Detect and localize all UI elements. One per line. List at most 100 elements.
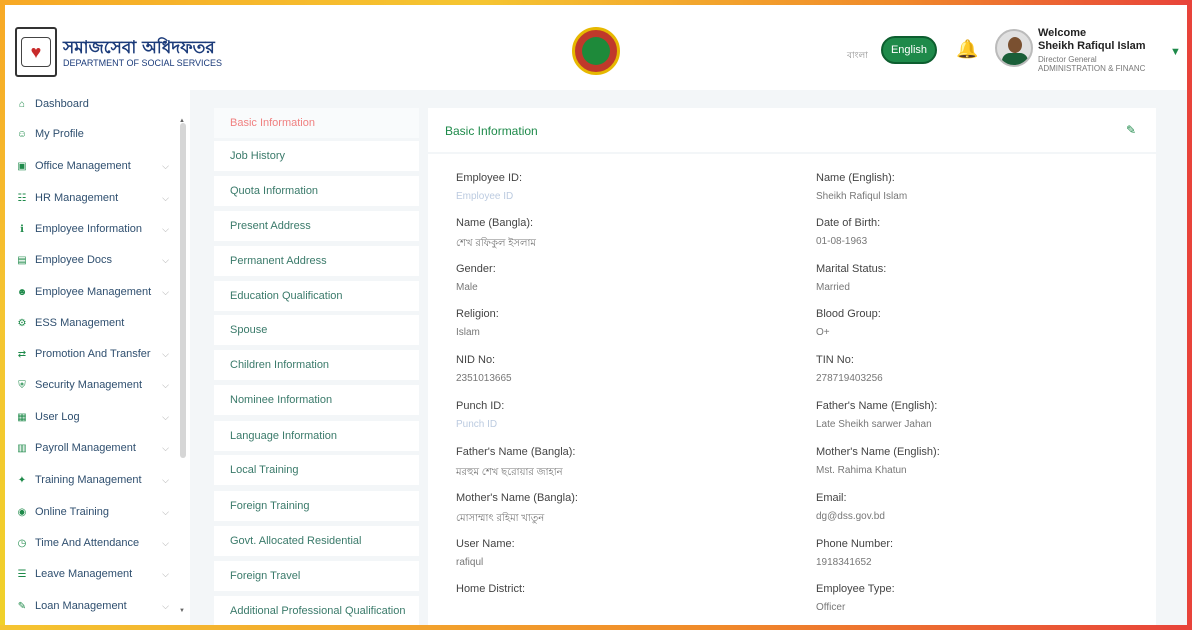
sidebar-item-employee-management[interactable]: ☻ Employee Management ⌵: [15, 280, 177, 304]
tab-job-history[interactable]: Job History: [214, 141, 419, 173]
tab-education-qualification[interactable]: Education Qualification: [214, 281, 419, 313]
field-home-district: Home District:: [456, 583, 776, 614]
sidebar-scrollbar[interactable]: [180, 123, 186, 458]
sidebar-item-payroll-management[interactable]: ▥ Payroll Management ⌵: [15, 436, 177, 460]
sidebar: ▲ ▼ ⌂ Dashboard ☺ My Profile ▣ Office Managem…: [5, 90, 190, 625]
sidebar-item-hr-management[interactable]: ☷ HR Management ⌵: [15, 186, 177, 210]
language-bangla-option[interactable]: বাংলা: [847, 48, 868, 63]
tab-nominee-information[interactable]: Nominee Information: [214, 385, 419, 417]
chevron-down-icon: ⌵: [162, 192, 169, 203]
leave-icon: ☰: [17, 568, 27, 580]
brand-title-english: DEPARTMENT OF SOCIAL SERVICES: [63, 58, 223, 68]
tab-foreign-training[interactable]: Foreign Training: [214, 491, 419, 523]
divider: [428, 152, 1156, 154]
sidebar-item-employee-docs[interactable]: ▤ Employee Docs ⌵: [15, 248, 177, 272]
dss-logo[interactable]: ♥: [15, 27, 57, 77]
tab-children-information[interactable]: Children Information: [214, 350, 419, 382]
tab-basic-information[interactable]: Basic Information: [214, 108, 419, 140]
training-icon: ✦: [17, 474, 27, 486]
chevron-down-icon: ⌵: [162, 474, 169, 485]
clock-icon: ◷: [17, 537, 27, 549]
language-english-button[interactable]: English: [881, 36, 937, 64]
sidebar-item-training-management[interactable]: ✦ Training Management ⌵: [15, 468, 177, 492]
sidebar-item-office-management[interactable]: ▣ Office Management ⌵: [15, 154, 177, 178]
tab-local-training[interactable]: Local Training: [214, 455, 419, 487]
sidebar-item-leave-management[interactable]: ☰ Leave Management ⌵: [15, 562, 177, 586]
sidebar-item-label: User Log: [35, 411, 80, 423]
user-role: Director General: [1038, 55, 1097, 64]
basic-information-card: Basic Information ✎ Employee ID: Employee…: [428, 108, 1156, 628]
chevron-down-icon[interactable]: ▼: [1170, 46, 1181, 58]
sidebar-item-dashboard[interactable]: ⌂ Dashboard: [15, 92, 177, 116]
field-tin-no: TIN No: 278719403256: [816, 354, 1136, 385]
sidebar-item-online-training[interactable]: ◉ Online Training ⌵: [15, 500, 177, 524]
chevron-down-icon: ⌵: [162, 286, 169, 297]
tab-foreign-travel[interactable]: Foreign Travel: [214, 561, 419, 593]
field-value: [456, 602, 776, 614]
field-father-s-name-english: Father's Name (English): Late Sheikh sarw…: [816, 400, 1136, 431]
tab-spouse[interactable]: Spouse: [214, 315, 419, 347]
bell-icon[interactable]: 🔔: [956, 39, 978, 60]
field-employee-type: Employee Type: Officer: [816, 583, 1136, 614]
sidebar-item-loan-management[interactable]: ✎ Loan Management ⌵: [15, 594, 177, 618]
field-blood-group: Blood Group: O+: [816, 308, 1136, 339]
sidebar-item-ess-management[interactable]: ⚙ ESS Management: [15, 311, 177, 335]
gear-icon: ⚙: [17, 317, 27, 329]
heart-logo-icon: ♥: [21, 37, 51, 67]
user-name[interactable]: Sheikh Rafiqul Islam: [1038, 40, 1146, 52]
field-label: Marital Status:: [816, 263, 887, 275]
field-value: Late Sheikh sarwer Jahan: [816, 419, 932, 430]
avatar[interactable]: [995, 29, 1033, 67]
field-value: 278719403256: [816, 373, 883, 384]
field-value: Punch ID: [456, 419, 498, 430]
chevron-down-icon: ⌵: [162, 442, 169, 453]
sidebar-item-time-and-attendance[interactable]: ◷ Time And Attendance ⌵: [15, 531, 177, 555]
tab-language-information[interactable]: Language Information: [214, 421, 419, 453]
scroll-down-icon[interactable]: ▼: [179, 608, 185, 614]
field-value: O+: [816, 327, 830, 338]
chevron-down-icon: ⌵: [162, 254, 169, 265]
field-mother-s-name-english: Mother's Name (English): Mst. Rahima Khat…: [816, 446, 1136, 477]
sidebar-item-employee-information[interactable]: ℹ Employee Information ⌵: [15, 217, 177, 241]
field-punch-id: Punch ID: Punch ID: [456, 400, 776, 431]
tab-permanent-address[interactable]: Permanent Address: [214, 246, 419, 278]
sidebar-item-label: Dashboard: [35, 98, 89, 110]
chevron-down-icon: ⌵: [162, 600, 169, 611]
sidebar-item-label: My Profile: [35, 128, 84, 140]
shield-icon: ⛨: [18, 379, 26, 391]
sidebar-item-label: Online Training: [35, 506, 109, 518]
sidebar-item-label: Time And Attendance: [35, 537, 140, 549]
chevron-down-icon: ⌵: [162, 411, 169, 422]
hr-icon: ☷: [17, 192, 27, 204]
tab-govt-allocated-residential[interactable]: Govt. Allocated Residential: [214, 526, 419, 558]
field-value: মরহুম শেখ ছরোয়ার জাহান: [456, 467, 563, 478]
tab-additional-professional-qualification[interactable]: Additional Professional Qualification: [214, 596, 419, 628]
field-value: Islam: [456, 327, 480, 338]
edit-icon[interactable]: ✎: [1126, 123, 1136, 137]
field-label: User Name:: [456, 538, 515, 550]
field-value: শেখ রফিকুল ইসলাম: [456, 238, 536, 249]
tab-present-address[interactable]: Present Address: [214, 211, 419, 243]
sidebar-item-promotion-and-transfer[interactable]: ⇄ Promotion And Transfer ⌵: [15, 342, 177, 366]
loan-icon: ✎: [17, 600, 27, 612]
sidebar-item-user-log[interactable]: ▦ User Log ⌵: [15, 405, 177, 429]
field-value: Married: [816, 282, 850, 293]
sidebar-item-label: Office Management: [35, 160, 131, 172]
tab-quota-information[interactable]: Quota Information: [214, 176, 419, 208]
sidebar-item-security-management[interactable]: ⛨ Security Management ⌵: [15, 373, 177, 397]
field-value: 2351013665: [456, 373, 512, 384]
sidebar-item-my-profile[interactable]: ☺ My Profile: [15, 122, 177, 146]
field-name-english: Name (English): Sheikh Rafiqul Islam: [816, 172, 1136, 203]
sidebar-item-label: Employee Management: [35, 286, 152, 298]
field-religion: Religion: Islam: [456, 308, 776, 339]
field-label: Name (Bangla):: [456, 217, 534, 229]
field-father-s-name-bangla: Father's Name (Bangla): মরহুম শেখ ছরোয়ার…: [456, 446, 776, 478]
chevron-down-icon: ⌵: [162, 223, 169, 234]
field-value: মোসাম্মাৎ রহিমা খাতুন: [456, 513, 545, 524]
info-icon: ℹ: [20, 223, 24, 235]
sidebar-item-label: Training Management: [35, 474, 142, 486]
field-label: Home District:: [456, 583, 526, 595]
field-value: dg@dss.gov.bd: [816, 511, 885, 522]
field-label: TIN No:: [816, 354, 854, 366]
field-label: Punch ID:: [456, 400, 505, 412]
